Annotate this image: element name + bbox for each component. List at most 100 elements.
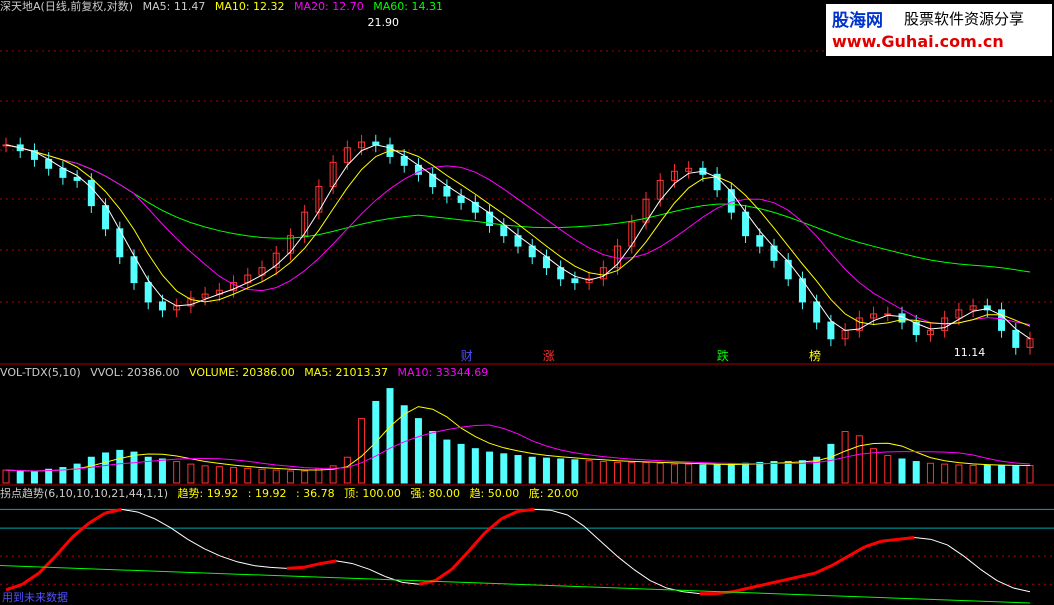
indicator-segment [187,538,205,550]
volume-bar [301,470,309,484]
volume-bar [1012,465,1020,484]
volume-bar [443,439,451,484]
volume-bar [969,464,977,484]
trend-level: 趋: 50.00 [469,487,520,500]
indicator-segment [54,536,74,558]
indicator-segment [600,540,618,557]
indicator-segment [170,527,188,540]
indicator-segment [980,568,998,581]
volume-bar [130,451,138,484]
volume-bar [258,468,266,484]
volume-bar [358,418,366,484]
volume-bar [2,469,10,484]
indicator-segment [402,581,419,585]
volume-bar [870,448,878,484]
volume-bar [386,388,394,484]
volume-bar [713,464,721,484]
indicator-segment [5,582,23,592]
vol-indicator-name: VOL-TDX(5,10) [0,366,81,379]
indicator-segment [302,562,321,569]
candle-body [827,321,835,340]
site-logo: 股海网 股票软件资源分享 www.Guhai.com.cn [826,4,1052,56]
candle-body [884,313,892,316]
event-tag-3: 榜 [809,348,821,363]
indicator-segment [286,565,304,570]
candle-body [443,186,451,197]
candle-body [500,224,508,237]
volume-bar [884,455,892,484]
high-price-label: 21.90 [368,16,400,29]
indicator-segment [798,571,816,579]
volume-bar [670,463,678,484]
indicator-segment [930,538,948,546]
event-tag-2: 跌 [717,348,729,363]
indicator-trendline [0,565,1031,604]
indicator-segment [649,580,667,589]
indicator-segment [220,555,238,563]
volume-bar [614,461,622,484]
indicator-segment [450,550,470,571]
indicator-segment [567,514,585,527]
volume-bar [230,467,238,484]
volume-bar [784,461,792,484]
candle-body [727,189,735,213]
volume-bar [158,458,166,484]
volume-bar [514,455,522,484]
future-data-note: 用到未来数据 [2,590,68,604]
indicator-name: 拐点趋势(6,10,10,10,21,44,1,1) [0,487,169,500]
volume-bar [827,443,835,484]
indicator-segment [203,548,221,557]
indicator-segment [914,536,931,540]
volume-bar [898,458,906,484]
indicator-segment [616,555,634,570]
volume-value: VOLUME: 20386.00 [189,366,295,379]
volume-bar [471,448,479,484]
candle-body [756,235,764,247]
stock-title: 深天地A(日线,前复权,对数) [0,0,134,13]
volume-bar [45,468,53,484]
volume-bar [215,466,223,484]
volume-bar [500,453,508,484]
indicator-segment [434,568,453,582]
indicator-panel-header: 拐点趋势(6,10,10,10,21,44,1,1) 趋势: 19.92 : 1… [0,487,584,501]
trend-value: 趋势: 19.92 [177,487,239,500]
volume-bar [528,456,536,484]
volume-bar [585,460,593,484]
low-price-label: 11.14 [954,346,986,359]
volume-bar [983,464,991,484]
candle-body [130,256,138,284]
bottom-level: 底: 20.00 [528,487,579,500]
indicator-segment [847,545,866,558]
event-tag-0: 财 [461,349,473,363]
volume-bar [656,462,664,484]
indicator-segment [270,566,287,569]
vvol-value: VVOL: 20386.00 [90,366,180,379]
candle-body [813,301,821,323]
indicator-segment [104,507,122,515]
indicator-segment [352,563,370,570]
indicator-segment [467,531,487,553]
indicator-segment [633,568,651,581]
logo-url: www.Guhai.com.cn [832,32,1004,51]
ma5-value: MA5: 11.47 [142,0,206,13]
stock-chart[interactable]: 21.90 11.14 财 涨 跌 榜用到未来数据 [0,0,1054,605]
candle-body [798,278,806,303]
indicator-segment [814,564,833,575]
volume-bar [315,467,323,484]
vol-ma5-value: MA5: 21013.37 [304,366,388,379]
volume-bar [414,418,422,484]
candle-body [429,173,437,188]
indicator-segment [831,554,850,567]
volume-bar [87,456,95,484]
volume-bar [244,467,252,484]
top-level: 顶: 100.00 [344,487,401,500]
volume-bar [912,461,920,484]
indicator-segment [963,555,981,570]
logo-slogan: 股票软件资源分享 [904,10,1025,28]
indicator-segment [87,511,106,525]
candle-body [457,195,465,203]
indicator-segment [137,511,155,520]
indicator-segment [237,561,254,567]
indicator-segment [517,507,535,513]
logo-name: 股海网 [832,11,883,31]
